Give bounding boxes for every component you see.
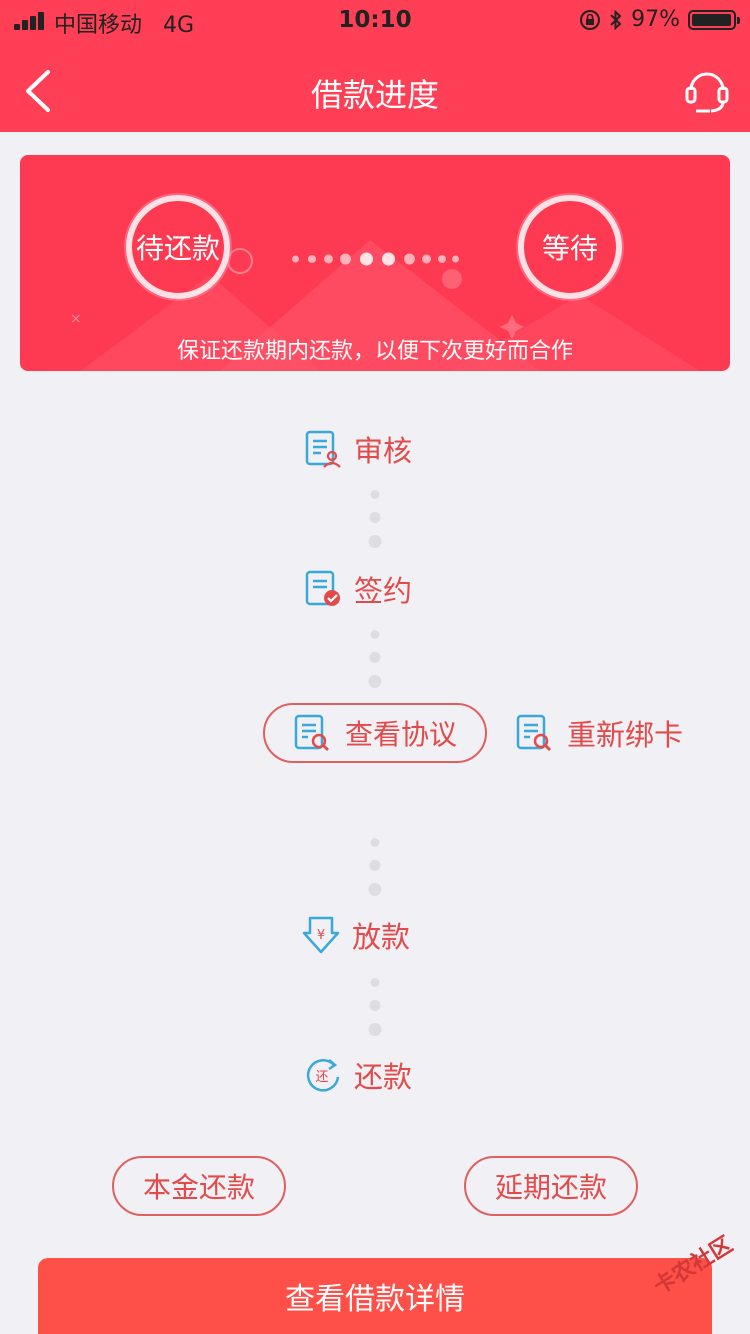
money-down-arrow-icon: ¥ [302,916,340,954]
connector-dots [368,978,382,1038]
extend-repay-label: 延期还款 [494,1171,607,1204]
document-search-icon [516,714,551,751]
current-status-circle: 待还款 [126,195,230,299]
view-details-button[interactable]: 查看借款详情 [38,1258,712,1334]
view-agreement-label: 查看协议 [344,718,457,751]
svg-text:还: 还 [315,1070,328,1085]
connector-dots [368,838,382,898]
next-status-circle: 等待 [518,195,622,299]
svg-text:¥: ¥ [317,928,325,943]
step-review: 审核 [304,428,412,470]
battery-icon [688,9,740,30]
status-banner: × 待还款 等待 保证还款期内还款，以便下次更好而合作 [20,155,730,371]
document-check-icon [305,570,340,606]
rebind-card-button[interactable]: 重新绑卡 [515,712,683,754]
view-details-label: 查看借款详情 [285,1282,465,1317]
bluetooth-icon [610,9,622,30]
battery-percent: 97% [631,7,680,32]
principal-repay-button[interactable]: 本金还款 [112,1156,286,1216]
connector-dots [368,630,382,690]
rotation-lock-icon [580,9,601,30]
current-status-label: 待还款 [135,232,220,265]
step-disburse: ¥ 放款 [302,914,410,956]
connector-dots [368,490,382,550]
step-sign-label: 签约 [354,574,413,608]
page-title: 借款进度 [310,76,439,114]
step-repay: 还 还款 [304,1054,412,1096]
progress-dots [290,251,460,267]
rebind-card-label: 重新绑卡 [567,718,684,752]
status-right: 97% [579,7,740,32]
banner-caption: 保证还款期内还款，以便下次更好而合作 [176,339,573,364]
step-repay-label: 还款 [354,1060,413,1094]
battery-fill [692,13,731,26]
extend-repay-button[interactable]: 延期还款 [464,1156,638,1216]
svg-text:×: × [70,311,82,327]
repay-cycle-icon: 还 [306,1059,340,1092]
next-status-label: 等待 [541,232,598,265]
document-search-icon [294,714,329,751]
step-review-label: 审核 [354,434,413,468]
step-sign: 签约 [304,568,412,610]
status-bar: 中国移动 4G 10:10 97% [0,0,750,40]
headset-icon[interactable] [682,64,732,116]
header: 中国移动 4G 10:10 97% 借款进度 [0,0,750,132]
view-agreement-button[interactable]: 查看协议 [263,703,487,763]
document-user-icon [305,430,341,468]
principal-repay-label: 本金还款 [142,1171,255,1204]
step-disburse-label: 放款 [352,920,411,954]
